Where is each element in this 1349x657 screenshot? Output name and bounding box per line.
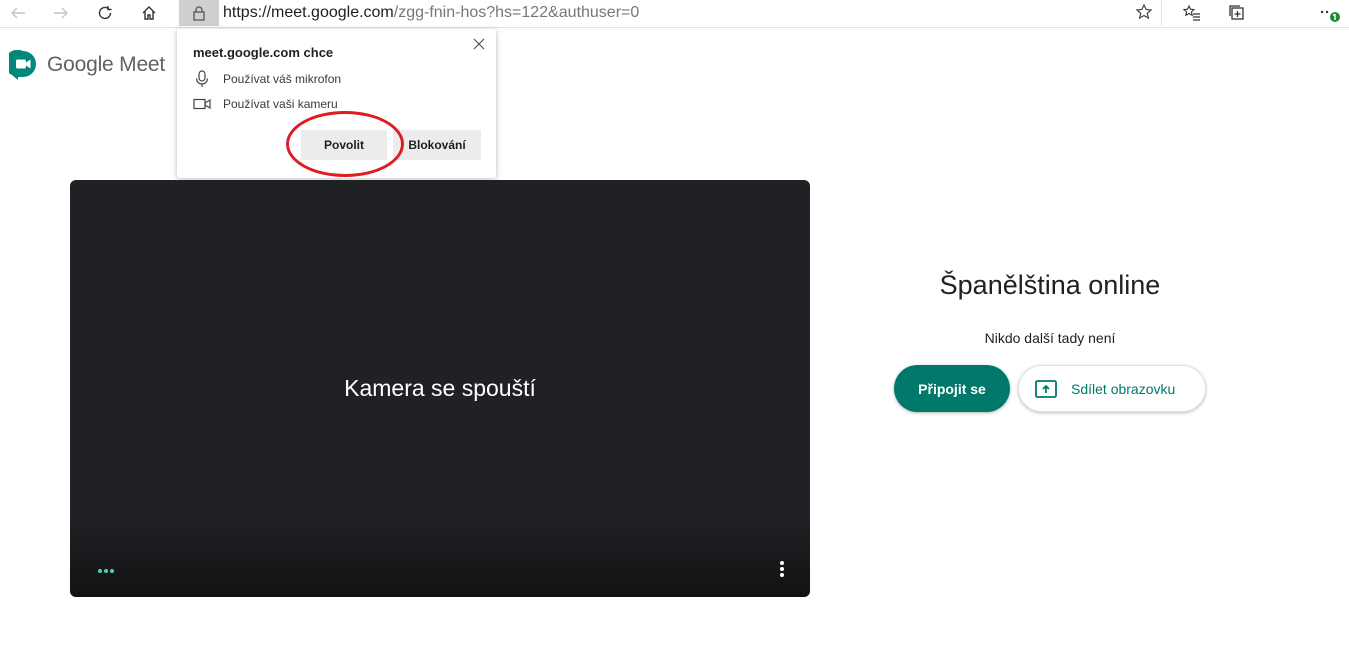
allow-button[interactable]: Povolit — [301, 130, 387, 160]
camera-status-message: Kamera se spouští — [344, 375, 536, 401]
refresh-icon[interactable] — [93, 2, 117, 24]
back-icon[interactable] — [6, 2, 30, 24]
google-meet-logo: Google Meet — [9, 50, 165, 80]
meet-logo-icon — [9, 50, 36, 80]
home-icon[interactable] — [137, 2, 161, 24]
permission-label-camera: Používat vaši kameru — [223, 97, 338, 111]
url-path: /zgg-fnin-hos?hs=122&authuser=0 — [393, 4, 640, 21]
camera-icon — [193, 98, 211, 110]
browser-toolbar: https://meet.google.com/zgg-fnin-hos?hs=… — [0, 0, 1349, 28]
permission-item-camera: Používat vaši kameru — [193, 97, 338, 111]
settings-more-icon[interactable] — [1318, 2, 1342, 24]
close-icon[interactable] — [472, 37, 486, 51]
present-screen-button[interactable]: Sdílet obrazovku — [1018, 365, 1206, 412]
microphone-icon — [195, 70, 209, 87]
present-screen-icon — [1035, 379, 1057, 398]
meeting-title: Španělština online — [939, 270, 1161, 300]
permission-popup: meet.google.com chce Používat váš mikrof… — [177, 29, 496, 178]
address-bar[interactable]: https://meet.google.com/zgg-fnin-hos?hs=… — [219, 0, 1162, 26]
block-button[interactable]: Blokování — [393, 130, 481, 160]
forward-icon[interactable] — [49, 2, 73, 24]
meeting-status: Nikdo další tady není — [984, 330, 1116, 346]
preview-gradient — [70, 517, 810, 597]
more-options-icon[interactable] — [780, 561, 784, 577]
permission-item-microphone: Používat váš mikrofon — [193, 70, 341, 88]
loading-dots-icon — [98, 569, 114, 573]
url-host: https://meet.google.com — [223, 4, 394, 21]
url-text: https://meet.google.com/zgg-fnin-hos?hs=… — [223, 4, 639, 22]
lock-icon — [193, 6, 205, 21]
logo-text: Google Meet — [47, 53, 166, 76]
favorites-icon[interactable] — [1180, 2, 1204, 24]
collections-icon[interactable] — [1225, 2, 1249, 24]
popup-title: meet.google.com chce — [193, 45, 334, 60]
present-screen-label: Sdílet obrazovku — [1071, 380, 1176, 397]
site-info-button[interactable] — [179, 0, 219, 26]
favorite-star-icon[interactable] — [1135, 3, 1153, 26]
join-button[interactable]: Připojit se — [894, 365, 1010, 412]
permission-label-microphone: Používat váš mikrofon — [223, 72, 342, 86]
video-preview: Kamera se spouští — [70, 180, 810, 597]
